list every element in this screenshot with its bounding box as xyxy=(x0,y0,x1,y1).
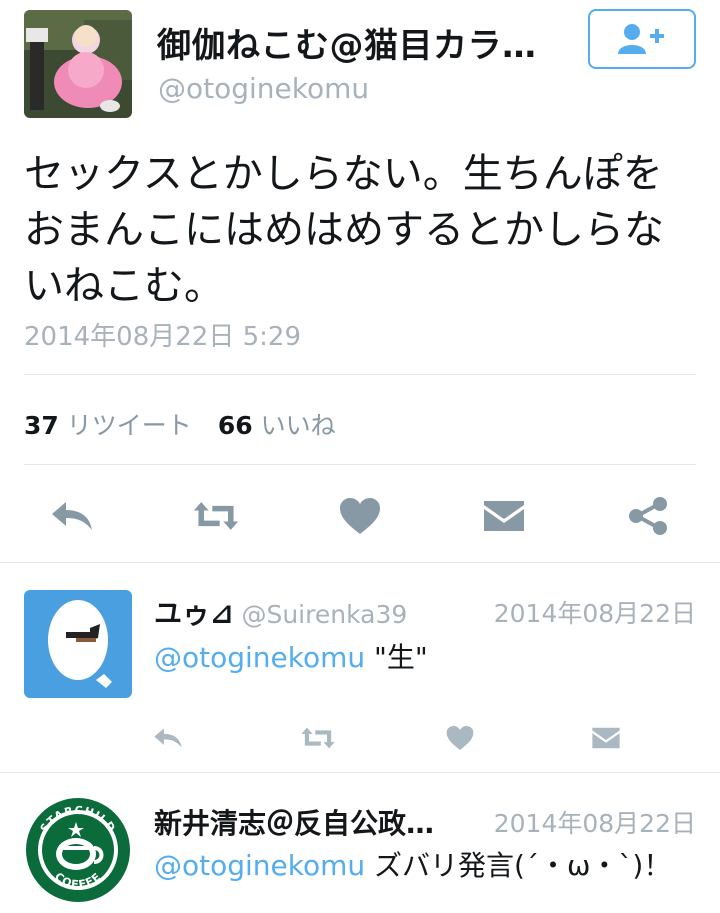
reply-author-name[interactable]: ユゥ⊿ xyxy=(154,597,233,630)
reply-avatar[interactable]: STARCHILD COFFEE xyxy=(24,796,132,904)
like-count[interactable]: 66 xyxy=(218,411,253,440)
reply-author[interactable]: ユゥ⊿ @Suirenka39 xyxy=(154,592,407,632)
tweet-text: セックスとかしらない。生ちんぽをおまんこにはめはめするとかしらないねこむ。 xyxy=(24,151,664,309)
divider xyxy=(24,464,696,465)
retweet-label[interactable]: リツイート xyxy=(67,406,192,442)
retweet-icon[interactable] xyxy=(192,492,240,540)
reply-avatar[interactable] xyxy=(24,590,132,698)
reply-body: ズバリ発言(´・ω・`)！ xyxy=(365,849,672,882)
reply-mention[interactable]: @otoginekomu xyxy=(154,849,365,882)
reply-author[interactable]: 新井清志＠反自公政… xyxy=(154,802,442,842)
reply-text: @otoginekomu "生" xyxy=(154,636,428,676)
divider xyxy=(24,374,696,375)
follow-button[interactable] xyxy=(588,9,696,69)
tweet-stats: 37 リツイート 66 いいね xyxy=(24,406,336,442)
reply-author-handle[interactable]: @Suirenka39 xyxy=(241,600,407,629)
share-icon[interactable] xyxy=(624,492,672,540)
retweet-icon[interactable] xyxy=(300,720,336,756)
divider xyxy=(0,772,720,773)
reply-icon[interactable] xyxy=(48,492,96,540)
reply-action-bar xyxy=(0,720,720,756)
add-user-icon xyxy=(618,24,664,54)
reply-text: @otoginekomu ズバリ発言(´・ω・`)！ xyxy=(154,844,671,884)
tweet-action-bar xyxy=(0,492,720,540)
dm-icon[interactable] xyxy=(480,492,528,540)
reply-mention[interactable]: @otoginekomu xyxy=(154,641,365,674)
heart-icon[interactable] xyxy=(442,720,478,756)
dm-icon[interactable] xyxy=(588,720,624,756)
reply-author-name[interactable]: 新井清志＠反自公政… xyxy=(154,807,434,840)
reply-date[interactable]: 2014年08月22日 xyxy=(494,804,696,840)
author-avatar[interactable] xyxy=(24,10,132,118)
retweet-count[interactable]: 37 xyxy=(24,411,59,440)
reply-icon[interactable] xyxy=(150,720,186,756)
like-label[interactable]: いいね xyxy=(261,406,336,442)
reply-date[interactable]: 2014年08月22日 xyxy=(494,594,696,630)
author-display-name[interactable]: 御伽ねこむ@猫目カラ… xyxy=(157,18,537,67)
heart-icon[interactable] xyxy=(336,492,384,540)
tweet-timestamp[interactable]: 2014年08月22日 5:29 xyxy=(24,316,301,353)
reply-body: "生" xyxy=(365,641,428,674)
divider xyxy=(0,562,720,563)
author-screen-name[interactable]: @otoginekomu xyxy=(158,72,369,105)
